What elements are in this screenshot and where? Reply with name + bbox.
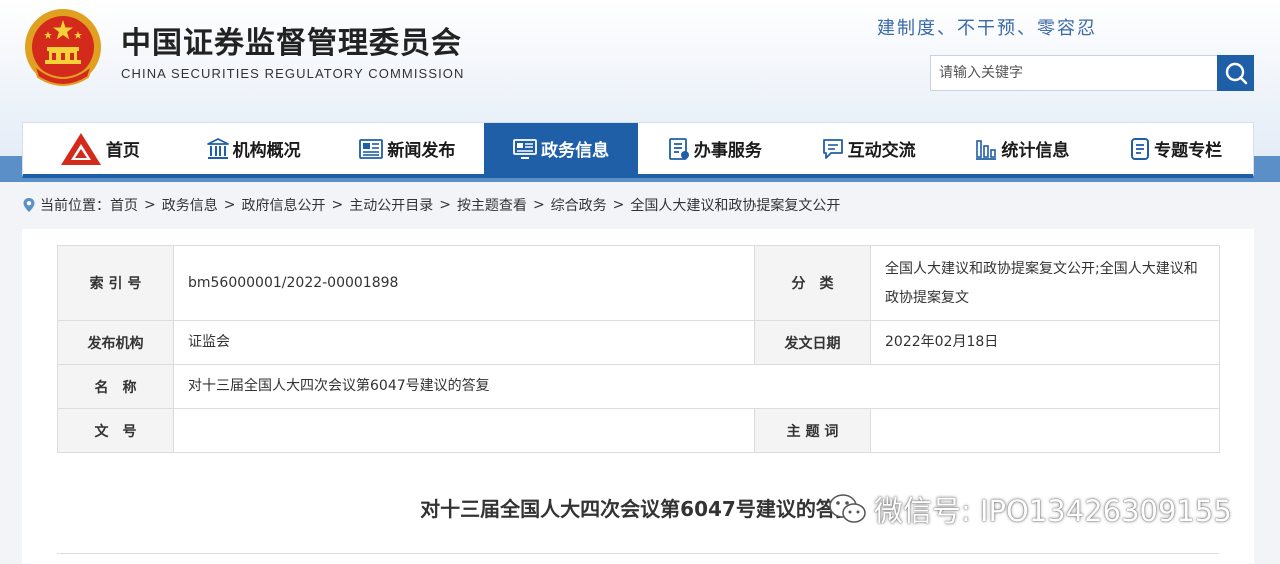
breadcrumb-gov-info[interactable]: 政务信息 xyxy=(162,195,218,215)
location-pin-icon xyxy=(23,198,35,212)
nav-item-topics[interactable]: 专题专栏 xyxy=(1099,123,1253,174)
csrc-logo-icon xyxy=(60,132,101,165)
docno-value xyxy=(173,408,755,453)
nav-item-label: 互动交流 xyxy=(847,141,916,161)
main-nav: 首页 机构概况 新闻发布 政务信息 办事服务 互动交流 统计信息 专题专栏 xyxy=(22,122,1254,178)
category-label: 分 类 xyxy=(754,245,871,321)
category-value: 全国人大建议和政协提案复文公开;全国人大建议和政协提案复文 xyxy=(870,245,1220,321)
document-list-icon xyxy=(668,137,689,160)
table-row: 索 引 号 bm56000001/2022-00001898 分 类 全国人大建… xyxy=(57,245,1220,321)
breadcrumb-home[interactable]: 首页 xyxy=(110,195,138,215)
index-value: bm56000001/2022-00001898 xyxy=(173,245,755,321)
breadcrumb-separator: > xyxy=(144,197,156,213)
index-label: 索 引 号 xyxy=(57,245,174,321)
date-value: 2022年02月18日 xyxy=(870,320,1220,365)
slogan: 建制度、不干预、零容忍 xyxy=(877,18,1097,39)
breadcrumb-by-topic[interactable]: 按主题查看 xyxy=(457,195,527,215)
nav-item-label: 机构概况 xyxy=(232,141,301,161)
table-row: 发布机构 证监会 发文日期 2022年02月18日 xyxy=(57,320,1220,365)
nav-item-gov-info[interactable]: 政务信息 xyxy=(484,123,638,174)
date-label: 发文日期 xyxy=(754,320,871,365)
nav-item-label: 新闻发布 xyxy=(387,141,456,161)
org-label: 发布机构 xyxy=(57,320,174,365)
nav-item-about[interactable]: 机构概况 xyxy=(177,123,331,174)
national-emblem-icon xyxy=(25,9,101,86)
search-input[interactable] xyxy=(930,55,1218,91)
breadcrumb-disclosure[interactable]: 政府信息公开 xyxy=(241,195,325,215)
divider xyxy=(57,553,1219,554)
nav-item-label: 专题专栏 xyxy=(1154,141,1223,161)
name-label: 名 称 xyxy=(57,364,174,409)
site-title-en: CHINA SECURITIES REGULATORY COMMISSION xyxy=(121,66,465,81)
breadcrumb-separator: > xyxy=(439,197,451,213)
org-value: 证监会 xyxy=(173,320,755,365)
table-row: 文 号 主 题 词 xyxy=(57,408,1220,453)
wechat-icon xyxy=(829,494,866,523)
watermark: 微信号: IPO13426309155 xyxy=(828,487,1232,531)
nav-item-label: 办事服务 xyxy=(693,141,762,161)
breadcrumb: 当前位置： 首页 > 政务信息 > 政府信息公开 > 主动公开目录 > 按主题查… xyxy=(22,195,840,215)
breadcrumb-separator: > xyxy=(612,197,625,213)
breadcrumb-current[interactable]: 全国人大建议和政协提案复文公开 xyxy=(630,195,840,215)
chat-icon xyxy=(822,138,843,159)
nav-item-statistics[interactable]: 统计信息 xyxy=(946,123,1100,174)
site-title-cn: 中国证券监督管理委员会 xyxy=(121,26,462,61)
search-icon xyxy=(1225,62,1247,85)
keywords-value xyxy=(870,408,1220,453)
nav-item-news[interactable]: 新闻发布 xyxy=(331,123,485,174)
breadcrumb-prefix: 当前位置： xyxy=(40,198,110,214)
nav-item-home[interactable]: 首页 xyxy=(23,123,177,174)
breadcrumb-catalog[interactable]: 主动公开目录 xyxy=(349,195,433,215)
breadcrumb-separator: > xyxy=(223,197,236,213)
nav-item-services[interactable]: 办事服务 xyxy=(638,123,792,174)
search-button[interactable] xyxy=(1217,55,1254,91)
nav-item-interaction[interactable]: 互动交流 xyxy=(792,123,946,174)
nav-item-label: 首页 xyxy=(105,141,140,161)
newspaper-icon xyxy=(359,138,384,159)
docno-label: 文 号 xyxy=(57,408,174,453)
breadcrumb-separator: > xyxy=(331,197,344,213)
name-value: 对十三届全国人大四次会议第6047号建议的答复 xyxy=(173,364,1220,409)
breadcrumb-separator: > xyxy=(532,197,545,213)
bar-chart-icon xyxy=(976,139,997,160)
document-meta-table: 索 引 号 bm56000001/2022-00001898 分 类 全国人大建… xyxy=(57,245,1220,453)
table-row: 名 称 对十三届全国人大四次会议第6047号建议的答复 xyxy=(57,364,1220,409)
notebook-icon xyxy=(1131,137,1150,160)
breadcrumb-general-affairs[interactable]: 综合政务 xyxy=(551,195,607,215)
watermark-text: 微信号: IPO13426309155 xyxy=(874,494,1232,528)
nav-item-label: 统计信息 xyxy=(1001,141,1070,161)
monitor-icon xyxy=(513,138,538,159)
nav-item-label: 政务信息 xyxy=(541,141,610,161)
keywords-label: 主 题 词 xyxy=(754,408,871,453)
building-icon xyxy=(206,137,229,159)
